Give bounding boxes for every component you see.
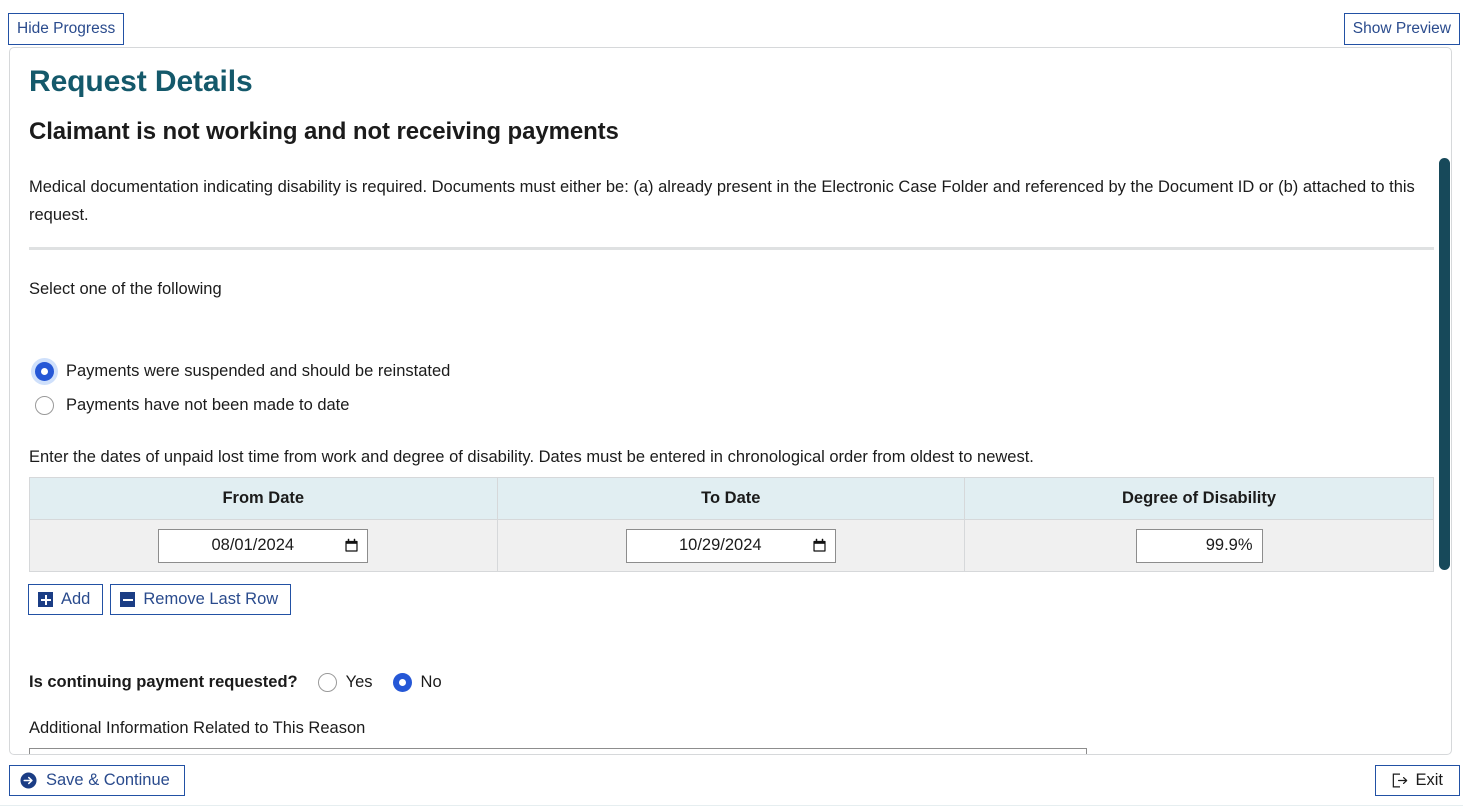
radio-indicator[interactable] <box>393 673 412 692</box>
exit-button[interactable]: Exit <box>1375 765 1460 796</box>
vertical-scrollbar-track[interactable] <box>1438 48 1451 755</box>
footer-divider <box>0 805 1463 806</box>
cell-to-date: 10/29/2024 <box>497 520 965 572</box>
column-header-to-date: To Date <box>497 478 965 520</box>
radio-option-payments-not-made[interactable]: Payments have not been made to date <box>35 396 349 415</box>
remove-last-row-label: Remove Last Row <box>143 590 278 609</box>
radio-option-label: Payments were suspended and should be re… <box>66 362 450 381</box>
table-header-row: From Date To Date Degree of Disability <box>30 478 1434 520</box>
help-text: Medical documentation indicating disabil… <box>29 173 1435 229</box>
show-preview-button[interactable]: Show Preview <box>1344 13 1460 45</box>
continuing-payment-row: Is continuing payment requested? Yes No <box>29 673 442 692</box>
cell-degree-of-disability: 99.9% <box>965 520 1434 572</box>
add-row-button[interactable]: Add <box>28 584 103 615</box>
from-date-input[interactable]: 08/01/2024 <box>158 529 368 563</box>
save-and-continue-button[interactable]: Save & Continue <box>9 765 185 796</box>
app-page: Hide Progress Show Preview Request Detai… <box>0 0 1463 807</box>
request-details-card: Request Details Claimant is not working … <box>9 47 1452 755</box>
radio-indicator[interactable] <box>35 396 54 415</box>
continuing-payment-label: Is continuing payment requested? <box>29 673 298 692</box>
radio-indicator[interactable] <box>35 362 54 381</box>
cell-from-date: 08/01/2024 <box>30 520 498 572</box>
column-header-from-date: From Date <box>30 478 498 520</box>
table-row: 08/01/2024 10/29/2 <box>30 520 1434 572</box>
degree-of-disability-value: 99.9% <box>1206 536 1253 555</box>
top-toolbar: Hide Progress Show Preview <box>0 0 1463 48</box>
footer-bar: Save & Continue Exit <box>0 755 1463 807</box>
hide-progress-button[interactable]: Hide Progress <box>8 13 124 45</box>
vertical-scrollbar-thumb[interactable] <box>1439 158 1450 570</box>
radio-option-payments-suspended[interactable]: Payments were suspended and should be re… <box>35 362 450 381</box>
plus-icon <box>38 592 53 607</box>
continuing-payment-option-no[interactable]: No <box>393 673 442 692</box>
minus-icon <box>120 592 135 607</box>
additional-info-label: Additional Information Related to This R… <box>29 719 365 738</box>
radio-option-label: Payments have not been made to date <box>66 396 349 415</box>
radio-group-legend: Select one of the following <box>29 280 222 299</box>
calendar-icon[interactable] <box>344 538 359 553</box>
table-instructions: Enter the dates of unpaid lost time from… <box>29 448 1034 467</box>
section-title: Claimant is not working and not receivin… <box>29 118 619 146</box>
degree-of-disability-input[interactable]: 99.9% <box>1136 529 1263 563</box>
exit-label: Exit <box>1415 771 1443 790</box>
from-date-value: 08/01/2024 <box>165 536 344 555</box>
row-actions: Add Remove Last Row <box>28 584 291 615</box>
to-date-value: 10/29/2024 <box>633 536 812 555</box>
continuing-payment-option-yes[interactable]: Yes <box>318 673 373 692</box>
continuing-payment-no-label: No <box>421 673 442 692</box>
to-date-input[interactable]: 10/29/2024 <box>626 529 836 563</box>
section-divider <box>29 247 1434 250</box>
column-header-degree-of-disability: Degree of Disability <box>965 478 1434 520</box>
additional-info-textarea[interactable] <box>29 748 1087 755</box>
remove-last-row-button[interactable]: Remove Last Row <box>110 584 291 615</box>
radio-indicator[interactable] <box>318 673 337 692</box>
save-and-continue-label: Save & Continue <box>46 771 170 790</box>
sign-out-icon <box>1392 773 1408 788</box>
page-title: Request Details <box>29 65 253 99</box>
unpaid-dates-table: From Date To Date Degree of Disability 0… <box>29 477 1434 572</box>
calendar-icon[interactable] <box>812 538 827 553</box>
add-row-label: Add <box>61 590 90 609</box>
arrow-circle-right-icon <box>20 772 37 789</box>
continuing-payment-yes-label: Yes <box>346 673 373 692</box>
